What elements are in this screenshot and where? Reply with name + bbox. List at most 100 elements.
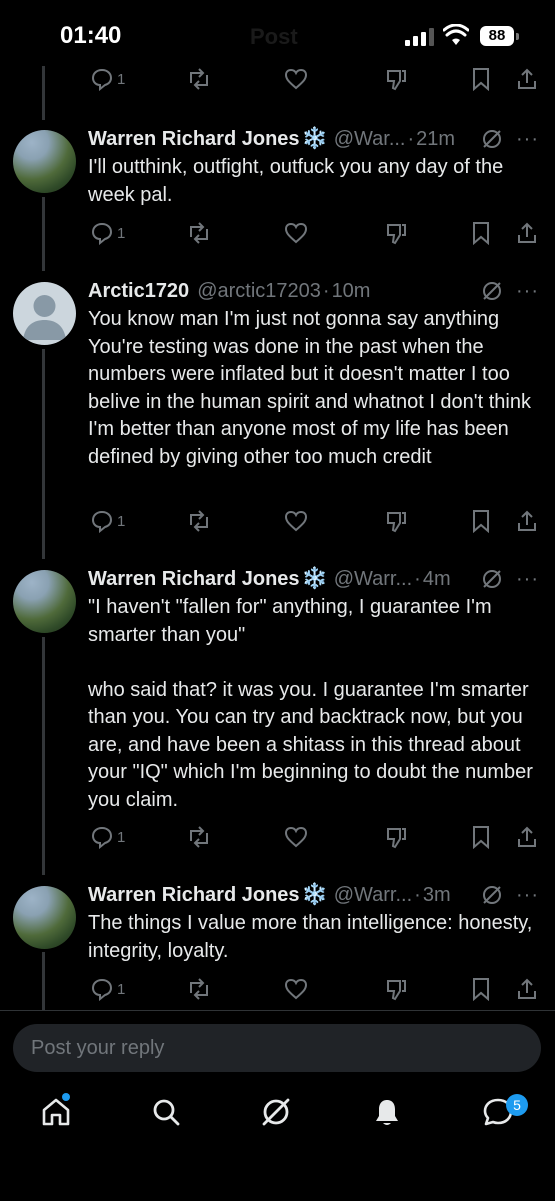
heart-icon [284,978,308,1000]
avatar[interactable] [13,570,76,633]
bookmark-icon [473,978,489,1001]
nav-notifications[interactable] [367,1092,407,1132]
repost-icon [190,826,208,848]
reply-button[interactable]: 1 [90,506,125,536]
share-icon [518,222,536,243]
share-button[interactable] [516,974,538,1004]
bookmark-button[interactable] [470,218,492,248]
dislike-button[interactable] [384,64,408,94]
reply-button[interactable]: 1 [90,64,125,94]
author-name[interactable]: Arctic1720 [88,280,189,303]
messages-badge: 5 [506,1094,528,1116]
repost-button[interactable] [186,218,212,248]
dislike-button[interactable] [384,218,408,248]
thumbs-down-icon [387,828,406,849]
bookmark-button[interactable] [470,64,492,94]
separator-dot: · [414,567,421,590]
bookmark-button[interactable] [470,974,492,1004]
avatar[interactable] [13,282,76,345]
search-icon [153,1099,180,1126]
avatar[interactable] [13,130,76,193]
tweet-header: Warren Richard Jones ❄️ @War... · 21m [88,124,455,154]
reply-input[interactable] [13,1024,541,1072]
status-bar: 01:40 Post 88 [0,0,555,70]
tweet-text: The things I value more than intelligenc… [88,912,538,962]
more-options-icon[interactable]: ··· [516,884,539,907]
tweet-time: 4m [422,567,451,590]
more-options-icon[interactable]: ··· [516,280,539,303]
reply-button[interactable]: 1 [90,218,125,248]
author-name[interactable]: Warren Richard Jones [88,128,300,151]
tweet-actions: 1 [0,64,555,94]
repost-button[interactable] [186,506,212,536]
tweet-actions: 1 [0,822,555,852]
share-button[interactable] [516,506,538,536]
like-button[interactable] [284,506,308,536]
tweet-header: Warren Richard Jones ❄️ @Warr... · 3m [88,880,451,910]
nav-home[interactable] [36,1092,76,1132]
grok-icon [262,1098,290,1126]
share-button[interactable] [516,218,538,248]
more-options-icon[interactable]: ··· [516,128,539,151]
share-icon [518,510,536,531]
reply-icon [91,510,113,533]
bookmark-icon [473,222,489,245]
grok-icon[interactable] [481,280,503,302]
home-notification-dot [62,1093,70,1101]
repost-icon [190,510,208,532]
reply-icon [91,978,113,1001]
bookmark-button[interactable] [470,506,492,536]
author-handle: @arctic17203 [197,279,321,302]
repost-button[interactable] [186,974,212,1004]
bookmark-icon [473,826,489,849]
avatar[interactable] [13,886,76,949]
more-options-icon[interactable]: ··· [516,568,539,591]
dislike-button[interactable] [384,506,408,536]
snowflake-badge: ❄️ [301,883,328,906]
repost-icon [190,978,208,1000]
nav-grok[interactable] [256,1092,296,1132]
snowflake-badge: ❄️ [301,127,328,150]
reply-count: 1 [117,512,126,530]
tweet-text: "I haven't "fallen for" anything, I guar… [88,596,533,811]
like-button[interactable] [284,64,308,94]
grok-icon[interactable] [481,128,503,150]
author-handle: @War... [333,127,406,150]
tweet-time: 21m [416,127,456,150]
battery-indicator: 88 [480,26,519,46]
repost-icon [190,222,208,244]
dislike-button[interactable] [384,822,408,852]
reply-icon [91,222,113,245]
separator-dot: · [414,883,421,906]
nav-search[interactable] [146,1092,186,1132]
default-avatar-icon [23,295,66,340]
bookmark-icon [473,510,489,533]
share-icon [518,68,536,89]
grok-icon[interactable] [481,568,503,590]
tweet-time: 3m [422,883,451,906]
dislike-button[interactable] [384,974,408,1004]
reply-count: 1 [117,828,126,846]
grok-icon[interactable] [481,884,503,906]
reply-button[interactable]: 1 [90,974,125,1004]
bookmark-icon [473,68,489,91]
author-name[interactable]: Warren Richard Jones [88,568,300,591]
like-button[interactable] [284,218,308,248]
tweet-actions: 1 [0,506,555,536]
bell-icon [376,1100,398,1125]
like-button[interactable] [284,974,308,1004]
reply-button[interactable]: 1 [90,822,125,852]
share-button[interactable] [516,822,538,852]
repost-button[interactable] [186,64,212,94]
repost-button[interactable] [186,822,212,852]
repost-icon [190,68,208,90]
share-button[interactable] [516,64,538,94]
reply-icon [91,826,113,849]
bookmark-button[interactable] [470,822,492,852]
like-button[interactable] [284,822,308,852]
author-name[interactable]: Warren Richard Jones [88,884,300,907]
thumbs-down-icon [387,512,406,533]
reply-count: 1 [117,70,126,88]
status-time: 01:40 [60,22,122,49]
heart-icon [284,68,308,90]
